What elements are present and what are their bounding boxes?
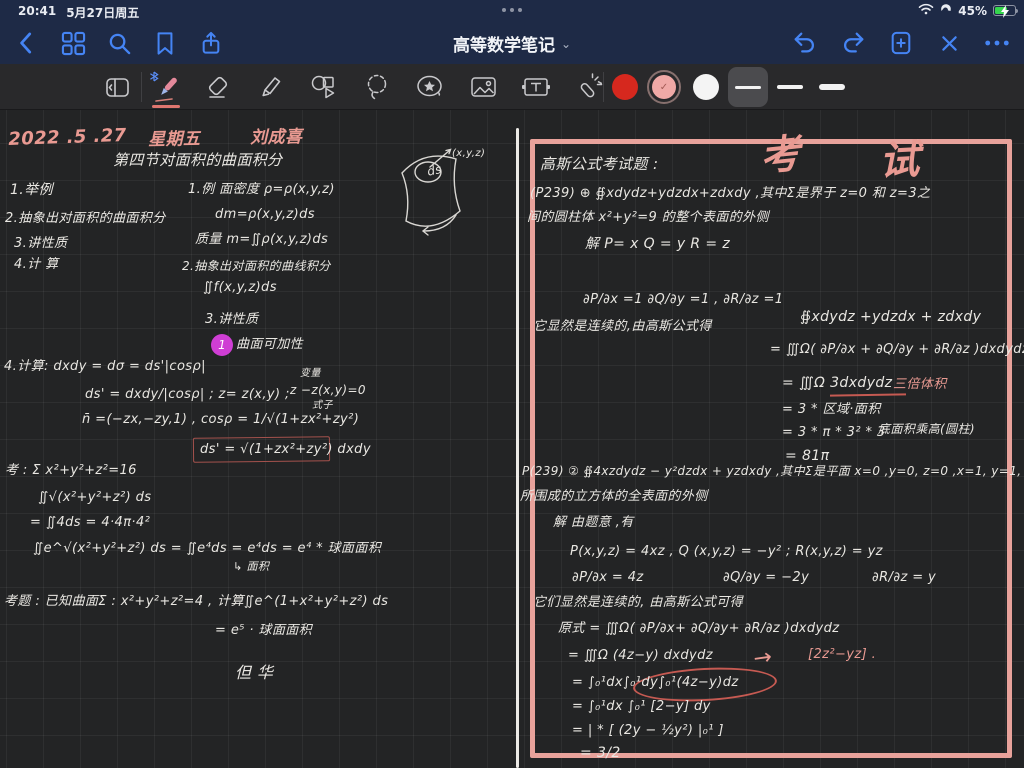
color-swatch-white[interactable] [693, 74, 719, 100]
selected-check-icon: ✓ [660, 82, 668, 93]
thickness-medium-button[interactable] [770, 67, 810, 107]
goodnotes-app: 20:41 5月27日周五 45% [0, 0, 1024, 768]
add-page-button[interactable] [884, 26, 918, 60]
color-swatch-red[interactable] [612, 74, 638, 100]
thickness-thin-button[interactable] [728, 67, 768, 107]
shapes-tool-button[interactable] [304, 67, 344, 107]
page-title: 高等数学笔记 [453, 31, 555, 56]
image-tool-button[interactable] [463, 67, 503, 107]
battery-percent: 45% [958, 4, 987, 18]
sticker-tool-button[interactable] [410, 67, 450, 107]
chevron-down-icon: ⌄ [561, 37, 571, 51]
selected-tool-indicator [152, 105, 180, 108]
thickness-thick-button[interactable] [812, 67, 852, 107]
multitask-indicator-icon [0, 8, 1024, 12]
nav-bar: 高等数学笔记 ⌄ [0, 22, 1024, 64]
battery-icon [993, 5, 1016, 16]
clock: 20:41 [18, 4, 56, 21]
tool-panel-button[interactable] [97, 67, 137, 107]
redo-button[interactable] [836, 26, 870, 60]
text-tool-button[interactable] [516, 67, 556, 107]
phone-icon [940, 3, 952, 18]
top-chrome: 20:41 5月27日周五 45% [0, 0, 1024, 64]
undo-button[interactable] [788, 26, 822, 60]
more-button[interactable] [980, 26, 1014, 60]
drawing-toolbar: ✓ [0, 64, 1024, 110]
highlighter-tool-button[interactable] [251, 67, 291, 107]
lasso-tool-button[interactable] [357, 67, 397, 107]
close-button[interactable] [932, 26, 966, 60]
date-label: 5月27日周五 [66, 4, 139, 21]
color-swatch-pink-selected[interactable]: ✓ [647, 70, 681, 104]
pen-tool-button[interactable] [145, 67, 185, 107]
wifi-icon [918, 3, 934, 18]
status-bar: 20:41 5月27日周五 45% [0, 0, 1024, 22]
note-canvas[interactable] [0, 110, 1024, 768]
eraser-tool-button[interactable] [198, 67, 238, 107]
